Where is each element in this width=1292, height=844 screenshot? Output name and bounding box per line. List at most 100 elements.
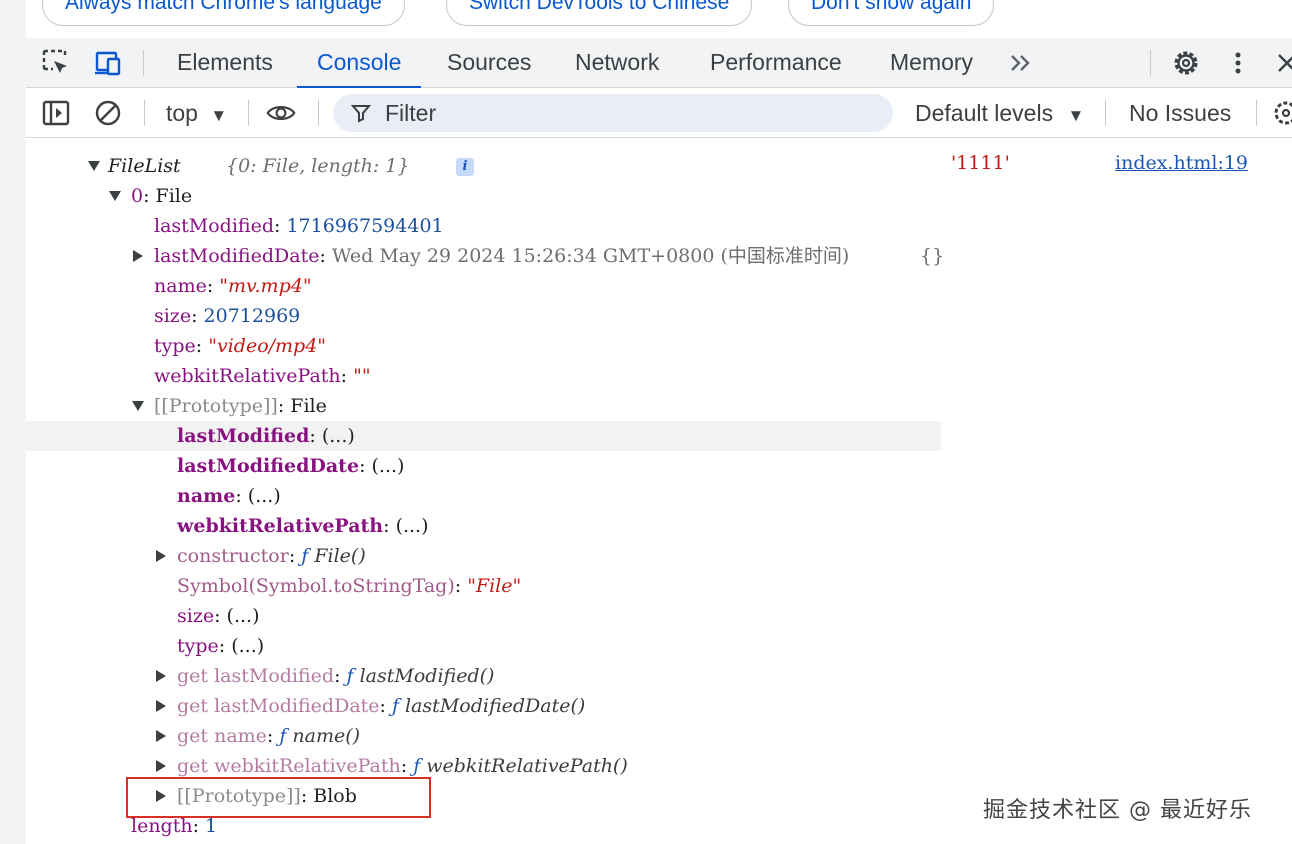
dont-show-again-button[interactable]: Don't show again	[788, 0, 995, 26]
more-tabs-chevron-icon[interactable]	[1006, 48, 1036, 78]
log-source-link[interactable]: index.html:19	[1115, 152, 1248, 174]
prop-value: "File"	[467, 575, 522, 597]
devtools-tabbar: Elements Console Sources Network Perform…	[26, 38, 1292, 89]
toolbar-divider	[144, 100, 145, 126]
prop-value: (...)	[226, 605, 260, 627]
filelist-label: FileList	[108, 155, 181, 177]
prop-key: [[Prototype]]	[154, 395, 278, 417]
filter-funnel-icon	[351, 105, 371, 123]
dropdown-arrow-icon: ▼	[210, 106, 228, 125]
function-f-icon: ƒ	[413, 755, 421, 777]
prop-key: get lastModified	[177, 665, 335, 687]
prop-key: lastModifiedDate	[154, 245, 320, 267]
filter-input[interactable]: Filter	[333, 94, 893, 132]
issues-counter[interactable]: No Issues	[1129, 88, 1231, 138]
more-options-kebab-icon[interactable]	[1223, 48, 1253, 78]
always-match-language-button[interactable]: Always match Chrome's language	[42, 0, 405, 26]
prop-key: webkitRelativePath	[154, 365, 341, 387]
console-toolbar: top ▼ Filter Default levels ▼ No Issues	[26, 88, 1292, 138]
tabbar-divider	[143, 50, 144, 76]
close-devtools-icon[interactable]	[1272, 48, 1292, 78]
console-output: '1111' index.html:19 FileList {0: File, …	[26, 138, 1292, 844]
tree-row-hovered[interactable]: lastModified: (...)	[26, 421, 941, 451]
device-toolbar-icon[interactable]	[92, 48, 122, 78]
function-f-icon: ƒ	[346, 665, 354, 687]
live-expression-eye-icon[interactable]	[266, 98, 296, 128]
prop-key: get name	[177, 725, 267, 747]
prop-value: name()	[292, 725, 361, 747]
prop-value: File()	[314, 545, 366, 567]
tab-elements[interactable]: Elements	[177, 38, 273, 88]
tab-network[interactable]: Network	[575, 38, 659, 88]
expand-triangle-icon[interactable]	[132, 401, 144, 411]
collapsed-triangle-icon[interactable]	[133, 250, 143, 262]
clear-console-icon[interactable]	[93, 98, 123, 128]
context-selector[interactable]: top ▼	[166, 88, 227, 138]
tab-console[interactable]: Console	[296, 38, 422, 89]
prop-key: lastModified	[154, 215, 275, 237]
dropdown-arrow-icon: ▼	[1067, 106, 1085, 125]
settings-gear-icon[interactable]	[1171, 48, 1201, 78]
watermark: 掘金技术社区 @ 最近好乐	[983, 798, 1252, 823]
prop-value: (...)	[395, 515, 429, 537]
tabbar-divider	[1150, 50, 1151, 76]
collapsed-triangle-icon[interactable]	[156, 550, 166, 562]
switch-devtools-language-button[interactable]: Switch DevTools to Chinese	[446, 0, 753, 26]
prop-value: "video/mp4"	[208, 335, 327, 357]
prop-value: ""	[353, 365, 371, 387]
prop-extra: {}	[920, 245, 945, 267]
function-f-icon: ƒ	[301, 545, 309, 567]
filelist-preview: {0: File, length: 1}	[226, 155, 410, 177]
prop-value: 1	[205, 815, 218, 837]
prop-key: lastModified	[177, 425, 310, 447]
prop-value: (...)	[321, 425, 355, 447]
prop-value: (...)	[371, 455, 405, 477]
prop-value: File	[290, 395, 327, 417]
toolbar-divider	[1256, 100, 1257, 126]
log-levels-dropdown[interactable]: Default levels ▼	[915, 88, 1084, 138]
prop-key: size	[177, 605, 215, 627]
console-settings-gear-icon[interactable]	[1271, 98, 1292, 128]
prop-value: Wed May 29 2024 15:26:34 GMT+0800 (中国标准时…	[331, 245, 850, 267]
prop-value: lastModifiedDate()	[405, 695, 586, 717]
prop-key: 0	[131, 185, 144, 207]
left-page-strip	[0, 0, 27, 844]
highlight-annotation-box	[126, 777, 431, 818]
prop-key: get lastModifiedDate	[177, 695, 380, 717]
language-banner: Always match Chrome's language Switch De…	[26, 0, 1292, 38]
function-f-icon: ƒ	[279, 725, 287, 747]
toolbar-divider	[318, 100, 319, 126]
inspect-element-icon[interactable]	[41, 48, 71, 78]
collapsed-triangle-icon[interactable]	[156, 730, 166, 742]
log-levels-label: Default levels	[915, 100, 1054, 126]
toolbar-divider	[1105, 100, 1106, 126]
tab-memory[interactable]: Memory	[890, 38, 973, 88]
tab-sources[interactable]: Sources	[447, 38, 531, 88]
prop-value: (...)	[231, 635, 265, 657]
prop-key: get webkitRelativePath	[177, 755, 401, 777]
prop-key: constructor	[177, 545, 289, 567]
prop-key: type	[177, 635, 219, 657]
prop-value: (...)	[247, 485, 281, 507]
show-sidebar-icon[interactable]	[41, 98, 71, 128]
prop-value: "mv.mp4"	[219, 275, 312, 297]
toolbar-divider	[248, 100, 249, 126]
filter-placeholder: Filter	[385, 100, 437, 126]
expand-triangle-icon[interactable]	[88, 161, 100, 171]
expand-triangle-icon[interactable]	[109, 191, 121, 201]
prop-value: lastModified()	[359, 665, 495, 687]
collapsed-triangle-icon[interactable]	[156, 670, 166, 682]
prop-value: 20712969	[203, 305, 301, 327]
prop-key: size	[154, 305, 192, 327]
prop-key: name	[177, 485, 236, 507]
collapsed-triangle-icon[interactable]	[156, 760, 166, 772]
tab-performance[interactable]: Performance	[710, 38, 842, 88]
collapsed-triangle-icon[interactable]	[156, 700, 166, 712]
prop-value: webkitRelativePath()	[426, 755, 628, 777]
prop-value: File	[155, 185, 193, 207]
function-f-icon: ƒ	[391, 695, 400, 717]
prop-key: length	[131, 815, 193, 837]
info-badge-icon[interactable]: i	[456, 158, 474, 176]
prop-key: lastModifiedDate	[177, 455, 360, 477]
context-label: top	[166, 100, 198, 126]
